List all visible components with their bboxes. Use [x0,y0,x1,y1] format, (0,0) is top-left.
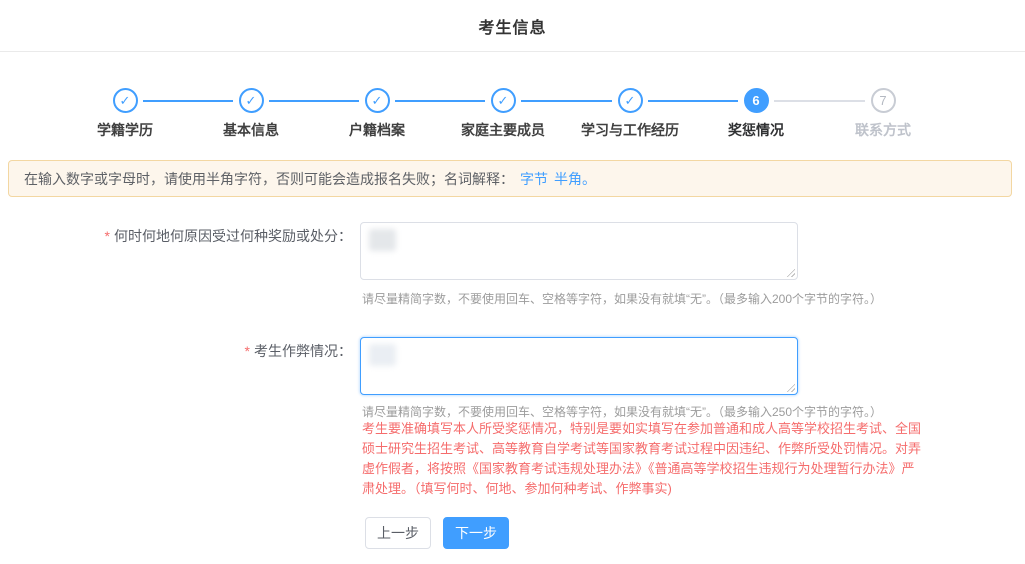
candidate-info-page: 考生信息 ✓ 学籍学历 ✓ 基本信息 ✓ 户籍档案 ✓ 家庭主要成员 ✓ 学习与… [0,0,1025,564]
stepper-step-contact[interactable]: 7 联系方式 [823,88,943,140]
stepper-step-study-work[interactable]: ✓ 学习与工作经历 [570,88,690,140]
reward-punishment-textarea[interactable] [360,222,798,280]
notice-text: 在输入数字或字母时，请使用半角字符，否则可能会造成报名失败；名词解释： [24,169,514,189]
check-icon: ✓ [498,94,509,107]
reward-punishment-label: *何时何地何原因受过何种奖励或处分： [0,226,352,246]
halfwidth-notice-banner: 在输入数字或字母时，请使用半角字符，否则可能会造成报名失败；名词解释： 字节半角。 [8,160,1012,197]
check-icon: ✓ [246,94,257,107]
cheating-record-textarea[interactable] [360,337,798,395]
step-circle: ✓ [365,88,390,113]
step-circle: ✓ [113,88,138,113]
stepper-step-school-record[interactable]: ✓ 学籍学历 [65,88,185,140]
step-circle-pending: 7 [871,88,896,113]
cheating-record-field [360,337,798,395]
stepper-step-family-members[interactable]: ✓ 家庭主要成员 [443,88,563,140]
next-step-button[interactable]: 下一步 [443,517,509,549]
step-label: 联系方式 [823,120,943,140]
step-label: 家庭主要成员 [443,120,563,140]
step-number: 7 [879,94,886,107]
reward-punishment-hint: 请尽量精简字数，不要使用回车、空格等字符，如果没有就填“无”。（最多输入200个… [362,290,882,307]
stepper-step-basic-info[interactable]: ✓ 基本信息 [191,88,311,140]
notice-suffix: 。 [582,169,596,189]
byte-definition-link[interactable]: 字节 [520,169,548,189]
stepper-step-household[interactable]: ✓ 户籍档案 [317,88,437,140]
step-label: 学习与工作经历 [570,120,690,140]
step-number: 6 [752,94,759,107]
cheating-record-hint: 请尽量精简字数，不要使用回车、空格等字符，如果没有就填“无”。（最多输入250个… [362,403,882,420]
required-asterisk: * [105,228,110,244]
check-icon: ✓ [120,94,131,107]
step-circle: ✓ [239,88,264,113]
cheating-warning-text: 考生要准确填写本人所受奖惩情况，特别是要如实填写在参加普通和成人高等学校招生考试… [362,419,924,499]
step-circle: ✓ [491,88,516,113]
reward-punishment-field [360,222,798,280]
step-label: 基本信息 [191,120,311,140]
previous-step-button[interactable]: 上一步 [365,517,431,549]
required-asterisk: * [245,343,250,359]
cheating-record-label: *考生作弊情况： [0,341,352,361]
step-label: 户籍档案 [317,120,437,140]
registration-stepper: ✓ 学籍学历 ✓ 基本信息 ✓ 户籍档案 ✓ 家庭主要成员 ✓ 学习与工作经历 … [0,0,1025,150]
check-icon: ✓ [372,94,383,107]
step-label: 学籍学历 [65,120,185,140]
step-circle-active: 6 [744,88,769,113]
stepper-step-rewards-punishments[interactable]: 6 奖惩情况 [696,88,816,140]
step-circle: ✓ [618,88,643,113]
step-label: 奖惩情况 [696,120,816,140]
halfwidth-definition-link[interactable]: 半角 [554,169,582,189]
check-icon: ✓ [625,94,636,107]
